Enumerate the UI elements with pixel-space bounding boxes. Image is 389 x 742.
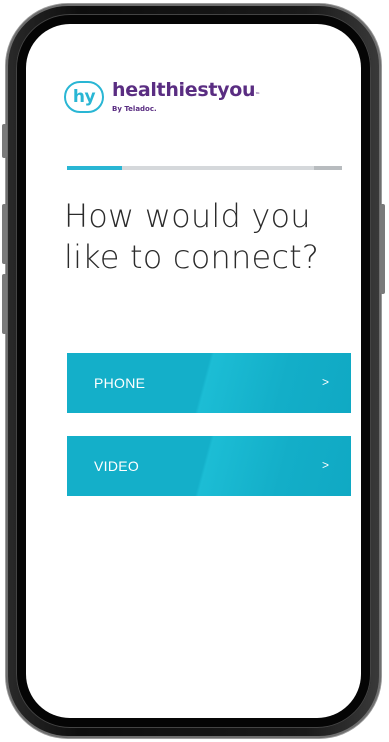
phone-frame: hy healthiestyou™ By Teladoc. How would … <box>2 4 385 738</box>
brand-name: healthiestyou <box>112 79 256 101</box>
power-button <box>380 204 385 294</box>
hy-logo-icon: hy <box>64 80 104 113</box>
page-title: How would you like to connect? <box>64 196 354 278</box>
phone-option-label: PHONE <box>94 375 146 391</box>
brand-name-row: healthiestyou™ <box>112 80 260 105</box>
volume-down-button-2 <box>2 274 7 334</box>
video-option-button[interactable]: VIDEO > <box>67 436 351 496</box>
progress-bar-end-segment <box>314 166 342 170</box>
healthiestyou-logo: hy healthiestyou™ By Teladoc. <box>64 80 260 113</box>
chevron-right-icon: > <box>321 375 329 389</box>
chevron-right-icon: > <box>321 458 329 472</box>
volume-up-button <box>2 124 7 158</box>
app-screen: hy healthiestyou™ By Teladoc. How would … <box>26 24 361 718</box>
trademark-symbol: ™ <box>255 92 260 98</box>
page-title-line-2: like to connect? <box>64 238 320 276</box>
logo-badge-text: hy <box>72 86 96 107</box>
phone-option-button[interactable]: PHONE > <box>67 353 351 413</box>
page-title-line-1: How would you <box>64 197 311 235</box>
volume-down-button <box>2 204 7 264</box>
progress-bar-fill <box>67 166 122 170</box>
logo-wordmark: healthiestyou™ By Teladoc. <box>112 80 260 113</box>
brand-byline: By Teladoc. <box>112 105 157 113</box>
video-option-label: VIDEO <box>94 458 140 474</box>
progress-bar <box>67 166 342 170</box>
